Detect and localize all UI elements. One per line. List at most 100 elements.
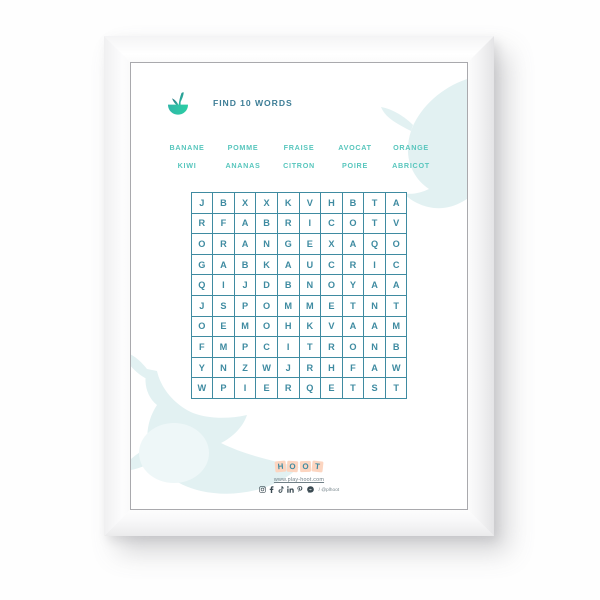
grid-cell[interactable]: E xyxy=(256,378,278,399)
grid-cell[interactable]: A xyxy=(385,193,408,214)
grid-cell[interactable]: Q xyxy=(191,275,214,296)
grid-cell[interactable]: N xyxy=(256,234,278,255)
facebook-icon[interactable] xyxy=(269,486,274,493)
grid-cell[interactable]: J xyxy=(234,275,257,296)
grid-cell[interactable]: K xyxy=(256,254,278,276)
grid-cell[interactable]: P xyxy=(234,295,257,317)
grid-cell[interactable]: J xyxy=(191,193,214,214)
grid-cell[interactable]: T xyxy=(364,193,386,214)
grid-cell[interactable]: O xyxy=(191,234,214,255)
tiktok-icon[interactable] xyxy=(278,486,284,493)
grid-cell[interactable]: I xyxy=(299,213,322,235)
grid-cell[interactable]: O xyxy=(342,213,365,235)
grid-cell[interactable]: R xyxy=(299,357,322,379)
grid-cell[interactable]: O xyxy=(385,234,408,255)
grid-cell[interactable]: B xyxy=(342,193,365,214)
grid-cell[interactable]: X xyxy=(256,193,278,214)
grid-cell[interactable]: G xyxy=(277,234,300,255)
grid-cell[interactable]: M xyxy=(213,337,235,358)
messenger-icon[interactable] xyxy=(306,486,314,493)
linkedin-icon[interactable] xyxy=(287,486,294,493)
grid-cell[interactable]: V xyxy=(321,316,343,338)
grid-cell[interactable]: E xyxy=(213,316,235,338)
grid-cell[interactable]: W xyxy=(256,357,278,379)
grid-cell[interactable]: U xyxy=(299,254,322,276)
grid-cell[interactable]: A xyxy=(364,316,386,338)
grid-cell[interactable]: K xyxy=(277,193,300,214)
grid-cell[interactable]: T xyxy=(342,295,365,317)
grid-cell[interactable]: I xyxy=(213,275,235,296)
grid-cell[interactable]: R xyxy=(213,234,235,255)
grid-cell[interactable]: I xyxy=(364,254,386,276)
grid-cell[interactable]: R xyxy=(191,213,214,235)
grid-cell[interactable]: X xyxy=(234,193,257,214)
grid-cell[interactable]: C xyxy=(256,337,278,358)
grid-cell[interactable]: A xyxy=(277,254,300,276)
grid-cell[interactable]: T xyxy=(385,295,408,317)
grid-cell[interactable]: E xyxy=(321,378,343,399)
grid-cell[interactable]: E xyxy=(321,295,343,317)
grid-cell[interactable]: R xyxy=(277,378,300,399)
grid-cell[interactable]: T xyxy=(342,378,365,399)
grid-cell[interactable]: F xyxy=(342,357,365,379)
grid-cell[interactable]: F xyxy=(213,213,235,235)
grid-cell[interactable]: S xyxy=(364,378,386,399)
grid-cell[interactable]: A xyxy=(342,234,365,255)
grid-cell[interactable]: B xyxy=(213,193,235,214)
grid-cell[interactable]: D xyxy=(256,275,278,296)
grid-cell[interactable]: A xyxy=(213,254,235,276)
grid-cell[interactable]: O xyxy=(191,316,214,338)
grid-cell[interactable]: V xyxy=(385,213,408,235)
grid-cell[interactable]: I xyxy=(234,378,257,399)
grid-cell[interactable]: M xyxy=(277,295,300,317)
grid-cell[interactable]: O xyxy=(256,295,278,317)
grid-cell[interactable]: O xyxy=(321,275,343,296)
grid-cell[interactable]: A xyxy=(385,275,408,296)
grid-cell[interactable]: W xyxy=(191,378,214,399)
grid-cell[interactable]: R xyxy=(342,254,365,276)
grid-cell[interactable]: T xyxy=(299,337,322,358)
grid-cell[interactable]: N xyxy=(213,357,235,379)
grid-cell[interactable]: K xyxy=(299,316,322,338)
grid-cell[interactable]: H xyxy=(277,316,300,338)
grid-cell[interactable]: E xyxy=(299,234,322,255)
grid-cell[interactable]: N xyxy=(364,337,386,358)
grid-cell[interactable]: Y xyxy=(191,357,214,379)
grid-cell[interactable]: T xyxy=(385,378,408,399)
grid-cell[interactable]: A xyxy=(364,357,386,379)
grid-cell[interactable]: B xyxy=(256,213,278,235)
grid-cell[interactable]: F xyxy=(191,337,214,358)
grid-cell[interactable]: B xyxy=(234,254,257,276)
grid-cell[interactable]: Z xyxy=(234,357,257,379)
grid-cell[interactable]: M xyxy=(234,316,257,338)
grid-cell[interactable]: A xyxy=(234,234,257,255)
grid-cell[interactable]: A xyxy=(234,213,257,235)
grid-cell[interactable]: R xyxy=(277,213,300,235)
grid-cell[interactable]: C xyxy=(321,254,343,276)
grid-cell[interactable]: O xyxy=(342,337,365,358)
instagram-icon[interactable] xyxy=(258,486,266,493)
grid-cell[interactable]: H xyxy=(321,357,343,379)
grid-cell[interactable]: A xyxy=(364,275,386,296)
grid-cell[interactable]: B xyxy=(277,275,300,296)
grid-cell[interactable]: Q xyxy=(364,234,386,255)
grid-cell[interactable]: O xyxy=(256,316,278,338)
grid-cell[interactable]: T xyxy=(364,213,386,235)
website-url[interactable]: www.play-hoot.com xyxy=(131,477,467,483)
grid-cell[interactable]: C xyxy=(321,213,343,235)
grid-cell[interactable]: I xyxy=(277,337,300,358)
grid-cell[interactable]: N xyxy=(364,295,386,317)
grid-cell[interactable]: J xyxy=(277,357,300,379)
grid-cell[interactable]: X xyxy=(321,234,343,255)
grid-cell[interactable]: N xyxy=(299,275,322,296)
grid-cell[interactable]: P xyxy=(234,337,257,358)
grid-cell[interactable]: M xyxy=(385,316,408,338)
grid-cell[interactable]: V xyxy=(299,193,322,214)
word-search-grid[interactable]: JBXXKVHBTARFABRICOTVORANGEXAQOGABKAUCRIC… xyxy=(190,192,408,399)
grid-cell[interactable]: M xyxy=(299,295,322,317)
grid-cell[interactable]: C xyxy=(385,254,408,276)
grid-cell[interactable]: R xyxy=(321,337,343,358)
grid-cell[interactable]: H xyxy=(321,193,343,214)
grid-cell[interactable]: Q xyxy=(299,378,322,399)
grid-cell[interactable]: P xyxy=(213,378,235,399)
